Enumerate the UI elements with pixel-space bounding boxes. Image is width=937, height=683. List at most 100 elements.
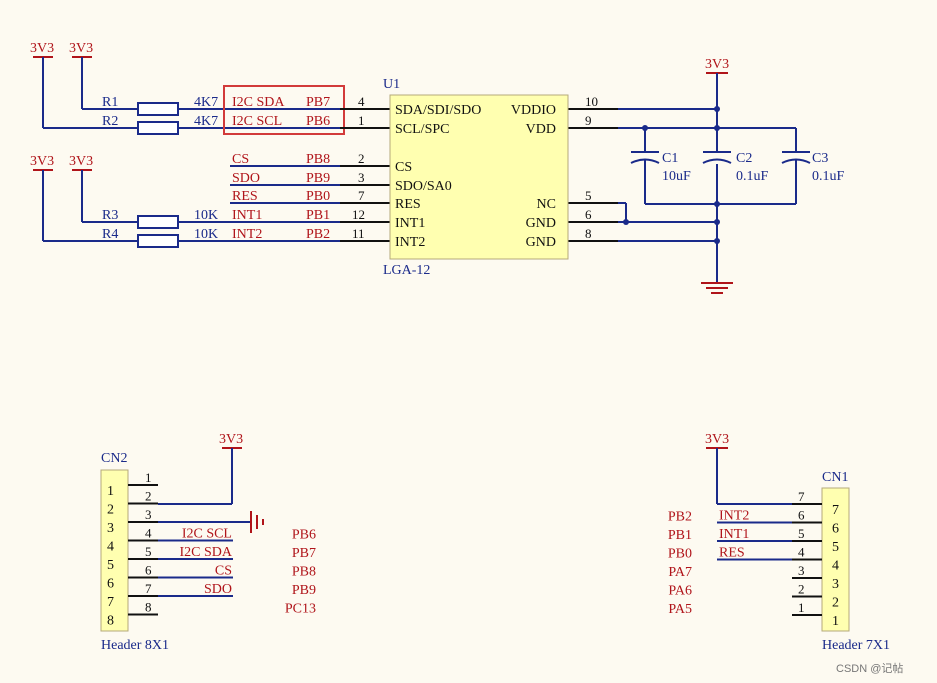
svg-text:3V3: 3V3 xyxy=(705,57,729,72)
ground-symbol xyxy=(701,282,733,294)
mcu-pin-label: PB1 xyxy=(668,528,692,543)
mcu-pin-label: PB9 xyxy=(292,583,316,598)
header-pin-number: 8 xyxy=(107,614,114,629)
schematic-canvas: 3V3 3V3 3V3 3V3 R1 4K7 R2 4K7 R3 10K R4 … xyxy=(30,41,903,675)
svg-text:R4: R4 xyxy=(102,227,118,242)
header-pin-label: 1 xyxy=(145,470,152,485)
svg-text:INT2: INT2 xyxy=(232,227,262,242)
svg-text:SCL/SPC: SCL/SPC xyxy=(395,122,449,137)
header-pin-number: 2 xyxy=(107,503,114,518)
header-pin-number: 1 xyxy=(107,484,114,499)
svg-text:PB6: PB6 xyxy=(306,114,330,129)
svg-text:3V3: 3V3 xyxy=(219,432,243,447)
header-pin-number: 6 xyxy=(107,577,114,592)
header-pin-row: 1 1 PA5 xyxy=(668,600,839,629)
net-labels-u1-left: I2C SDA PB7 I2C SCL PB6 CS PB8 SDO PB9 R… xyxy=(232,95,330,242)
svg-text:I2C SCL: I2C SCL xyxy=(232,114,282,129)
svg-text:PB9: PB9 xyxy=(306,171,330,186)
svg-text:C2: C2 xyxy=(736,151,752,166)
header-pin-label: 2 xyxy=(798,582,805,597)
header-pin-row: 4 4 RES PB0 xyxy=(668,545,839,574)
header-pin-number: 6 xyxy=(832,522,839,537)
header-pin-label: 4 xyxy=(145,526,152,541)
mcu-pin-label: PB7 xyxy=(292,546,316,561)
header-pin-label: 7 xyxy=(798,489,805,504)
svg-text:0.1uF: 0.1uF xyxy=(736,169,769,184)
svg-text:CS: CS xyxy=(395,160,412,175)
net-label: I2C SDA xyxy=(179,545,232,560)
svg-text:SDO: SDO xyxy=(232,171,260,186)
header-pin-label: 4 xyxy=(798,545,805,560)
svg-text:5: 5 xyxy=(585,188,592,203)
header-pin-label: 2 xyxy=(145,489,152,504)
net-label: SDO xyxy=(204,582,232,597)
header-pin-number: 3 xyxy=(832,577,839,592)
svg-text:6: 6 xyxy=(585,207,592,222)
svg-text:4: 4 xyxy=(358,94,365,109)
svg-text:10K: 10K xyxy=(194,208,218,223)
svg-text:R1: R1 xyxy=(102,95,118,110)
svg-text:C3: C3 xyxy=(812,151,828,166)
header-pin-label: 7 xyxy=(145,581,152,596)
power-symbol-3v3: 3V3 xyxy=(30,154,54,241)
header-pin-label: 1 xyxy=(798,600,805,615)
header-pin-row: 5 5 INT1 PB1 xyxy=(668,526,839,555)
cn2-power-wiring: 3V3 xyxy=(158,432,264,533)
header-pin-row: 2 2 PA6 xyxy=(668,582,839,611)
svg-text:R3: R3 xyxy=(102,208,118,223)
watermark: CSDN @记帖 xyxy=(836,662,903,675)
svg-text:PB0: PB0 xyxy=(306,189,330,204)
power-symbol-3v3: 3V3 xyxy=(30,41,54,128)
header-pin-label: 5 xyxy=(798,526,805,541)
svg-text:INT1: INT1 xyxy=(395,216,425,231)
capacitor-c3: C3 0.1uF xyxy=(781,151,845,184)
header-pin-number: 1 xyxy=(832,614,839,629)
svg-text:9: 9 xyxy=(585,113,592,128)
svg-text:GND: GND xyxy=(526,235,556,250)
svg-text:4K7: 4K7 xyxy=(194,114,218,129)
svg-text:CN1: CN1 xyxy=(822,470,848,485)
svg-text:3V3: 3V3 xyxy=(30,41,54,56)
mcu-pin-label: PA7 xyxy=(668,565,692,580)
svg-text:INT2: INT2 xyxy=(395,235,425,250)
net-label: CS xyxy=(215,564,232,579)
svg-text:Header 7X1: Header 7X1 xyxy=(822,638,890,653)
svg-text:2: 2 xyxy=(358,151,365,166)
header-pin-row: 3 3 PA7 xyxy=(668,563,839,592)
svg-text:0.1uF: 0.1uF xyxy=(812,169,845,184)
svg-text:4K7: 4K7 xyxy=(194,95,218,110)
mcu-pin-label: PB2 xyxy=(668,510,692,525)
svg-text:CN2: CN2 xyxy=(101,451,127,466)
supply-wiring xyxy=(618,73,797,283)
svg-text:R2: R2 xyxy=(102,114,118,129)
mcu-pin-label: PC13 xyxy=(285,602,316,617)
svg-text:SDO/SA0: SDO/SA0 xyxy=(395,179,452,194)
svg-text:CS: CS xyxy=(232,152,249,167)
header-pin-number: 7 xyxy=(832,503,839,518)
power-symbol-3v3: 3V3 xyxy=(69,154,93,222)
svg-text:1: 1 xyxy=(358,113,365,128)
header-pin-row: 5 5 I2C SDA PB7 xyxy=(107,544,316,573)
svg-text:3V3: 3V3 xyxy=(69,154,93,169)
svg-text:LGA-12: LGA-12 xyxy=(383,263,430,278)
connector-cn2: CN2 1 1 2 2 3 3 4 4 I2C SCL PB6 5 5 I2C SDA PB7 6 6 CS PB… xyxy=(100,451,316,653)
header-pin-number: 4 xyxy=(832,559,839,574)
header-pin-label: 6 xyxy=(798,508,805,523)
cn1-power-wiring: 3V3 xyxy=(705,432,792,505)
svg-text:RES: RES xyxy=(232,189,258,204)
header-pin-label: 3 xyxy=(145,507,152,522)
header-pin-number: 2 xyxy=(832,596,839,611)
header-pin-label: 8 xyxy=(145,600,152,615)
svg-text:PB2: PB2 xyxy=(306,227,330,242)
header-pin-label: 5 xyxy=(145,544,152,559)
svg-text:C1: C1 xyxy=(662,151,678,166)
ic-u1: U1 4 1 2 3 7 12 11 SDA/SDI/SDO SCL/SPC C… xyxy=(340,77,618,278)
svg-text:10uF: 10uF xyxy=(662,169,691,184)
header-pin-number: 5 xyxy=(832,540,839,555)
svg-text:SDA/SDI/SDO: SDA/SDI/SDO xyxy=(395,103,481,118)
mcu-pin-label: PB0 xyxy=(668,547,692,562)
svg-text:PB1: PB1 xyxy=(306,208,330,223)
svg-text:3V3: 3V3 xyxy=(30,154,54,169)
mcu-pin-label: PB6 xyxy=(292,528,316,543)
svg-text:GND: GND xyxy=(526,216,556,231)
